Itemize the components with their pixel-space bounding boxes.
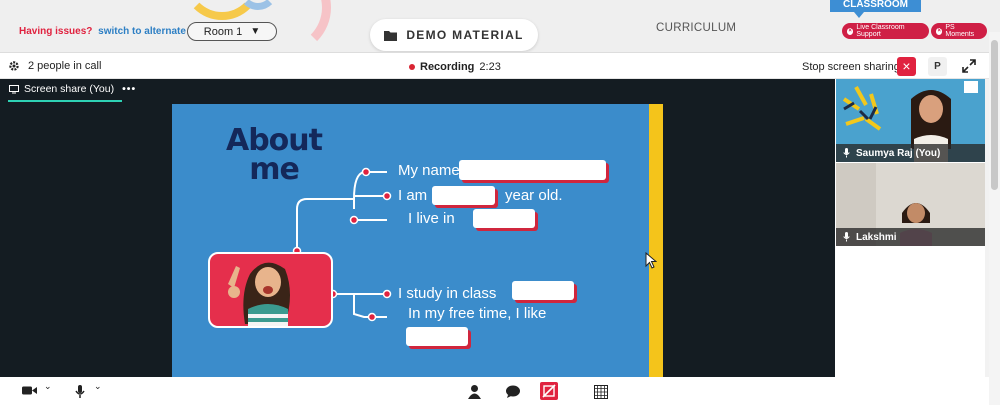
demo-material-button[interactable]: DEMO MATERIAL xyxy=(370,19,538,51)
chevron-down-icon: ▼ xyxy=(250,26,261,37)
more-icon[interactable]: ••• xyxy=(122,83,136,95)
microphone-icon xyxy=(843,232,850,242)
camera-options-chevron-down-icon[interactable]: ⌄ xyxy=(44,381,52,392)
close-icon: × xyxy=(902,58,911,74)
expand-icon[interactable] xyxy=(961,58,977,74)
participant-tile[interactable]: Lakshmi xyxy=(836,163,985,246)
class-blank xyxy=(512,281,574,300)
call-toolbar: 2 people in call Recording 2:23 Stop scr… xyxy=(0,52,989,79)
whiteboard-off-icon xyxy=(542,384,556,398)
issues-notice: Having issues? switch to alternate room xyxy=(19,26,214,37)
mouse-cursor-icon xyxy=(645,252,657,269)
recording-time: 2:23 xyxy=(479,61,501,73)
age-blank xyxy=(432,186,495,205)
grid-icon[interactable] xyxy=(594,385,608,399)
people-count: 2 people in call xyxy=(8,60,101,72)
screen-share-tab[interactable]: Screen share (You) ••• xyxy=(9,83,136,95)
ps-moments-button[interactable]: × PS Moments xyxy=(931,23,987,39)
active-tab-indicator xyxy=(8,100,122,102)
live-blank xyxy=(473,209,535,228)
classroom-tab[interactable]: CLASSROOM xyxy=(830,0,921,18)
participant-tile[interactable]: Saumya Raj (You) xyxy=(836,79,985,162)
mic-options-chevron-down-icon[interactable]: ⌄ xyxy=(94,381,102,392)
girl-illustration xyxy=(228,262,290,326)
screen-share-stage: Screen share (You) ••• About me My name … xyxy=(0,79,835,377)
room-select[interactable]: Room 1 ▼ xyxy=(187,22,277,41)
live-support-label: Live Classroom Support xyxy=(856,24,905,38)
participant-label: Lakshmi xyxy=(836,228,985,246)
participant-name: Lakshmi xyxy=(856,231,897,243)
recording-label: Recording xyxy=(420,61,475,73)
issues-label: Having issues? xyxy=(19,26,93,37)
room-select-value: Room 1 xyxy=(203,25,243,38)
gear-icon[interactable] xyxy=(8,60,20,72)
person-icon[interactable] xyxy=(468,385,481,399)
screen-share-tab-label: Screen share (You) xyxy=(24,83,115,95)
demo-material-label: DEMO MATERIAL xyxy=(406,28,524,42)
age-suffix: year old. xyxy=(505,187,563,204)
stop-screen-sharing-label[interactable]: Stop screen sharing xyxy=(802,61,900,73)
name-blank xyxy=(459,160,606,180)
ps-moments-label: PS Moments xyxy=(945,24,975,38)
bottom-controls: ⌄ ⌄ xyxy=(0,377,989,405)
camera-icon[interactable] xyxy=(22,385,37,396)
screen-share-icon xyxy=(9,84,19,93)
curriculum-tab[interactable]: CURRICULUM xyxy=(656,22,736,34)
slide-edge-accent xyxy=(649,104,663,377)
close-circle-icon: × xyxy=(847,27,854,35)
page-scrollbar[interactable] xyxy=(989,32,1000,405)
scrollbar-thumb[interactable] xyxy=(991,40,998,190)
participant-label: Saumya Raj (You) xyxy=(836,144,985,162)
chat-icon[interactable] xyxy=(506,385,520,398)
presentation-slide: About me My name is I am year old. I liv… xyxy=(172,104,649,377)
student-photo xyxy=(208,252,333,328)
people-count-label: 2 people in call xyxy=(28,60,102,72)
p-button[interactable]: P xyxy=(928,57,947,76)
recording-dot-icon xyxy=(409,64,415,70)
age-prefix: I am xyxy=(398,187,428,204)
microphone-icon[interactable] xyxy=(75,385,85,399)
stop-sharing-close-button[interactable]: × xyxy=(897,57,916,76)
recording-status: Recording 2:23 xyxy=(409,61,501,73)
participant-name: Saumya Raj (You) xyxy=(856,147,941,159)
live-line: I live in xyxy=(408,210,455,227)
class-line: I study in class xyxy=(398,285,497,302)
live-classroom-support-button[interactable]: × Live Classroom Support xyxy=(842,23,929,39)
folder-icon xyxy=(384,30,398,41)
microphone-icon xyxy=(843,148,850,158)
whiteboard-off-button[interactable] xyxy=(540,382,558,400)
participant-column: Saumya Raj (You) Lakshmi xyxy=(835,79,985,377)
free-time-blank xyxy=(406,327,468,346)
close-circle-icon: × xyxy=(936,27,943,35)
free-time-line: In my free time, I like xyxy=(408,305,547,322)
top-bar: Having issues? switch to alternate room … xyxy=(0,0,1000,52)
